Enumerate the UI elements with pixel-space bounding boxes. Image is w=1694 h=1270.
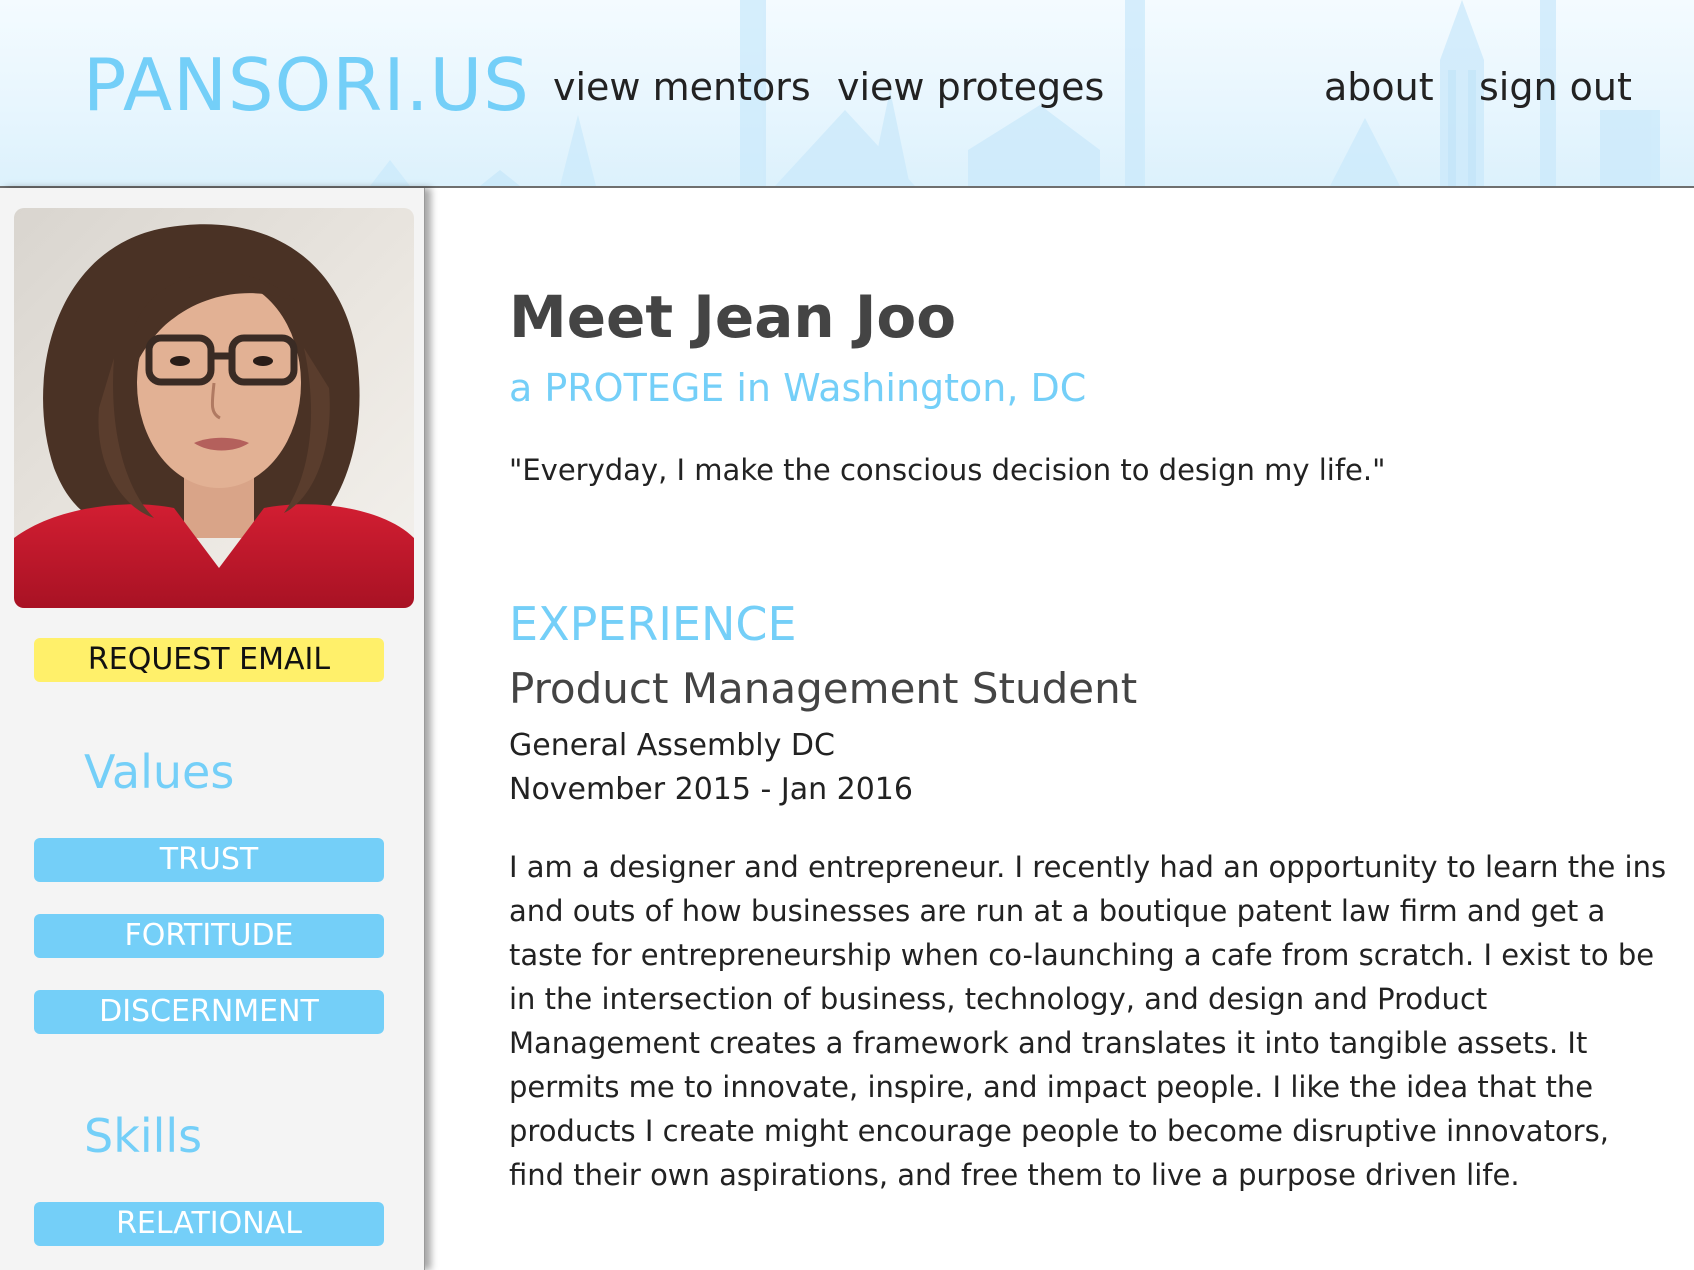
profile-name-heading: Meet Jean Joo xyxy=(509,283,957,351)
experience-title: Product Management Student xyxy=(509,664,1138,713)
value-tag-discernment[interactable]: DISCERNMENT xyxy=(34,990,384,1034)
nav-view-proteges[interactable]: view proteges xyxy=(837,62,1104,112)
skills-heading: Skills xyxy=(84,1109,203,1163)
nav-view-mentors[interactable]: view mentors xyxy=(553,62,811,112)
request-email-button[interactable]: REQUEST EMAIL xyxy=(34,638,384,682)
experience-dates: November 2015 - Jan 2016 xyxy=(509,772,913,807)
description-line: permits me to innovate, inspire, and imp… xyxy=(509,1070,1594,1104)
nav-sign-out[interactable]: sign out xyxy=(1479,62,1632,112)
profile-quote: "Everyday, I make the conscious decision… xyxy=(509,453,1386,487)
description-line: find their own aspirations, and free the… xyxy=(509,1158,1520,1192)
description-line: in the intersection of business, technol… xyxy=(509,982,1488,1016)
value-tag-trust[interactable]: TRUST xyxy=(34,838,384,882)
experience-organization: General Assembly DC xyxy=(509,728,835,763)
experience-heading: EXPERIENCE xyxy=(509,597,797,651)
skill-tag-relational[interactable]: RELATIONAL xyxy=(34,1202,384,1246)
description-line: taste for entrepreneurship when co-launc… xyxy=(509,938,1655,972)
nav-about[interactable]: about xyxy=(1324,62,1434,112)
site-header: PANSORI.US view mentors view proteges ab… xyxy=(0,0,1694,188)
profile-role-location: a PROTEGE in Washington, DC xyxy=(509,366,1087,410)
site-logo[interactable]: PANSORI.US xyxy=(83,40,530,130)
description-line: products I create might encourage people… xyxy=(509,1114,1609,1148)
experience-description: I am a designer and entrepreneur. I rece… xyxy=(509,845,1669,1197)
description-line: and outs of how businesses are run at a … xyxy=(509,894,1606,928)
values-heading: Values xyxy=(84,745,235,799)
profile-photo-illustration xyxy=(14,208,414,608)
description-line: Management creates a framework and trans… xyxy=(509,1026,1588,1060)
profile-sidebar: REQUEST EMAIL Values TRUST FORTITUDE DIS… xyxy=(0,188,425,1270)
description-line: I am a designer and entrepreneur. I rece… xyxy=(509,850,1667,884)
value-tag-fortitude[interactable]: FORTITUDE xyxy=(34,914,384,958)
profile-photo xyxy=(14,208,414,608)
